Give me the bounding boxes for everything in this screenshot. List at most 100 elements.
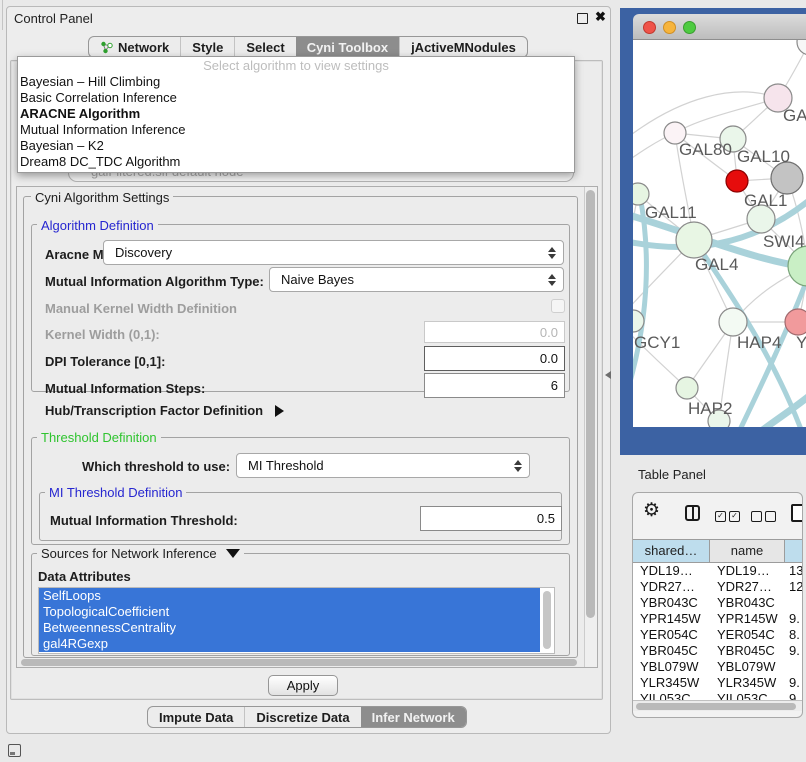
algorithm-option[interactable]: Dream8 DC_TDC Algorithm [18,154,574,170]
algorithm-option[interactable]: Bayesian – K2 [18,138,574,154]
apply-button[interactable]: Apply [268,675,338,696]
tab-impute-data[interactable]: Impute Data [148,707,244,727]
table-header-cell[interactable]: shared… [633,540,710,562]
algorithm-option[interactable]: Bayesian – Hill Climbing [18,74,574,90]
table-cell: YBR043C [710,595,785,611]
manual-kernel-width-checkbox[interactable] [551,299,565,313]
algorithm-option[interactable]: Basic Correlation Inference [18,90,574,106]
tab-network[interactable]: Network [89,37,180,57]
settings-hscroll-thumb[interactable] [21,659,577,666]
network-node[interactable] [726,170,748,192]
minimize-window-button[interactable] [663,21,676,34]
table-panel: ⚙ ✓✓ shared…nameA YDL19…YDL19…13YDR27…YD… [632,492,803,718]
new-table-icon[interactable] [791,504,803,522]
sources-title-label: Sources for Network Inference [41,546,217,561]
tab-cyni-toolbox[interactable]: Cyni Toolbox [296,37,399,57]
window-frame-line [2,0,3,30]
kernel-width-input[interactable]: 0.0 [424,321,565,343]
table-header-cell[interactable]: A [785,540,803,562]
mi-steps-input[interactable]: 6 [424,373,565,398]
table-row[interactable]: YBL079WYBL079W [633,659,802,675]
tab-discretize-data[interactable]: Discretize Data [244,707,360,727]
table-cell: 8. [785,627,802,643]
table-hscroll-track[interactable] [633,700,802,711]
table-cell: YBR045C [633,643,710,659]
table-cell: YIL053C [633,691,710,700]
network-node[interactable] [771,162,803,194]
table-row[interactable]: YDR27…YDR27…12 [633,579,802,595]
table-cell: YER054C [633,627,710,643]
kernel-width-label: Kernel Width (0,1): [45,327,160,342]
mi-algorithm-type-select[interactable]: Naive Bayes [269,267,564,292]
algorithm-definition-title: Algorithm Definition [37,218,158,233]
tab-infer-network[interactable]: Infer Network [361,707,466,727]
attribute-item[interactable]: TopologicalCoefficient [39,604,540,620]
tab-label: Select [246,40,284,55]
algorithm-option[interactable]: ARACNE Algorithm [18,106,574,122]
tab-label: Discretize Data [256,710,349,725]
settings-vscroll-thumb[interactable] [586,190,595,618]
tab-style[interactable]: Style [180,37,234,57]
aracne-mode-select[interactable]: Discovery [103,240,564,265]
sources-group-title[interactable]: Sources for Network Inference [37,546,244,561]
close-window-button[interactable] [643,21,656,34]
network-node-label: GAL10 [737,147,790,166]
spinner-icon [514,460,522,472]
attribute-item[interactable]: gal4RGexp [39,636,540,652]
control-panel-tabbar: Network Style Select Cyni Toolbox jActiv… [88,36,528,58]
restore-panel-icon[interactable] [8,744,21,757]
table-header-cell[interactable]: name [710,540,785,562]
hub-tf-definition-toggle[interactable]: Hub/Transcription Factor Definition [45,403,284,418]
select-all-columns-icon[interactable]: ✓✓ [715,511,740,522]
table-row[interactable]: YLR345WYLR345W9. [633,675,802,691]
table-hscroll-thumb[interactable] [636,703,796,710]
network-canvas[interactable]: GALGAL80GAL10GAL1SWI4GAL11GAL4GCY1HAP4YH… [633,40,806,427]
attributes-scrollbar[interactable] [543,591,551,649]
tab-label: Style [192,40,223,55]
tab-select[interactable]: Select [234,37,295,57]
gear-icon[interactable]: ⚙ [643,501,660,520]
table-cell: 9. [785,691,802,700]
table-cell: YLR345W [633,675,710,691]
float-panel-button[interactable] [577,13,588,24]
network-node[interactable] [676,377,698,399]
network-window-titlebar[interactable] [633,14,806,40]
algorithm-option[interactable]: Mutual Information Inference [18,122,574,138]
network-node[interactable] [633,183,649,205]
deselect-all-columns-icon[interactable] [751,511,776,522]
network-node-label: GAL [783,106,806,125]
table-cell: YER054C [710,627,785,643]
attribute-item[interactable]: BetweennessCentrality [39,620,540,636]
tab-jactivemnodules[interactable]: jActiveMNodules [399,37,527,57]
network-node[interactable] [797,40,806,55]
panel-splitter-handle[interactable] [605,371,611,379]
network-node[interactable] [785,309,806,335]
which-threshold-select[interactable]: MI Threshold [236,453,530,478]
network-node[interactable] [788,246,806,286]
threshold-definition-title: Threshold Definition [37,430,161,445]
table-panel-title: Table Panel [638,467,706,482]
algorithm-dropdown: Select algorithm to view settings Bayesi… [17,56,575,173]
table-body: YDL19…YDL19…13YDR27…YDR27…12YBR043CYBR04… [633,563,802,700]
data-attributes-list[interactable]: SelfLoopsTopologicalCoefficientBetweenne… [38,587,555,654]
network-node[interactable] [676,222,712,258]
network-icon [100,41,113,54]
split-columns-icon[interactable] [685,505,700,521]
table-row[interactable]: YPR145WYPR145W9. [633,611,802,627]
close-panel-button[interactable]: ✖ [595,9,606,25]
attribute-item[interactable]: SelfLoops [39,588,540,604]
table-row[interactable]: YIL053CYIL053C9. [633,691,802,700]
table-row[interactable]: YBR045CYBR045C9. [633,643,802,659]
table-row[interactable]: YER054CYER054C8. [633,627,802,643]
network-node-label: GAL11 [645,203,697,222]
table-row[interactable]: YDL19…YDL19…13 [633,563,802,579]
mi-threshold-input[interactable]: 0.5 [420,506,562,531]
hub-tf-definition-label: Hub/Transcription Factor Definition [45,403,263,418]
table-row[interactable]: YBR043CYBR043C [633,595,802,611]
table-cell: YBL079W [710,659,785,675]
table-cell [785,659,802,675]
zoom-window-button[interactable] [683,21,696,34]
network-node[interactable] [719,308,747,336]
dpi-tolerance-input[interactable]: 0.0 [424,346,565,371]
split-columns-divider [692,507,694,519]
